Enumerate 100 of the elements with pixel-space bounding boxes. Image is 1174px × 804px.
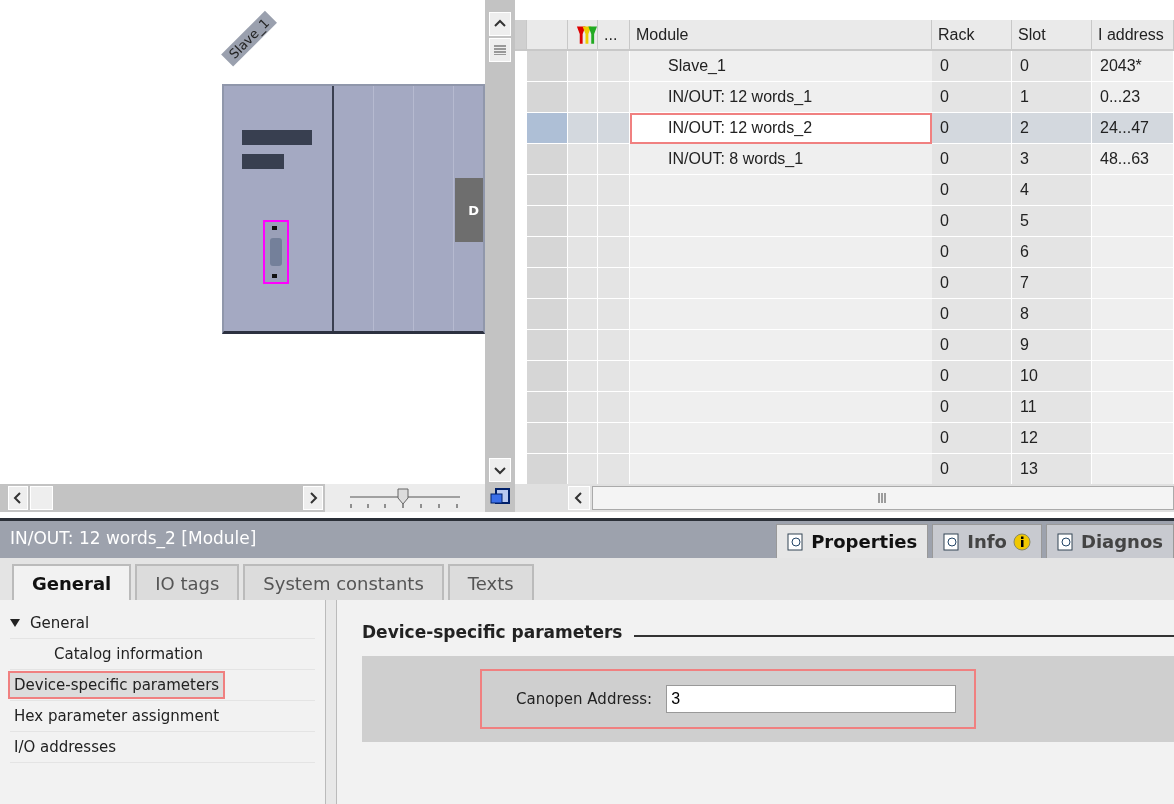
scroll-right-button[interactable] (303, 486, 323, 510)
row-handle[interactable] (527, 299, 568, 330)
table-cell[interactable] (630, 361, 932, 392)
table-cell (598, 237, 630, 268)
table-cell (568, 423, 598, 454)
column-header[interactable]: Module (630, 20, 932, 51)
tab[interactable]: Texts (447, 564, 534, 600)
chevron-left-icon (573, 492, 585, 504)
row-handle[interactable] (527, 423, 568, 454)
row-handle[interactable] (527, 330, 568, 361)
module-block[interactable]: D (455, 178, 483, 242)
table-cell[interactable] (630, 237, 932, 268)
table-cell (568, 113, 598, 144)
connector-port-icon[interactable] (263, 220, 289, 284)
column-header[interactable]: I address (1092, 20, 1174, 51)
table-cell: 0 (932, 361, 1012, 392)
table-cell (568, 237, 598, 268)
table-cell: 0 (932, 144, 1012, 175)
row-handle[interactable] (527, 82, 568, 113)
tab[interactable]: General (12, 564, 132, 600)
table-cell: 0 (932, 268, 1012, 299)
table-cell[interactable]: IN/OUT: 12 words_1 (630, 82, 932, 113)
table-cell: 4 (1012, 175, 1092, 206)
chevron-down-icon (494, 464, 506, 476)
table-cell: 5 (1012, 206, 1092, 237)
table-cell: 8 (1012, 299, 1092, 330)
nav-item[interactable]: Catalog information (50, 642, 207, 666)
nav-item[interactable]: Hex parameter assignment (10, 704, 224, 728)
column-header[interactable]: ... (598, 20, 630, 51)
table-cell: 9 (1012, 330, 1092, 361)
table-cell[interactable]: IN/OUT: 8 words_1 (630, 144, 932, 175)
scroll-down-button[interactable] (489, 458, 511, 482)
table-cell (598, 144, 630, 175)
expand-triangle-icon[interactable] (10, 619, 20, 627)
table-cell (568, 82, 598, 113)
table-cell[interactable] (630, 299, 932, 330)
row-handle[interactable] (527, 237, 568, 268)
table-cell (568, 361, 598, 392)
table-cell[interactable] (630, 330, 932, 361)
table-cell: 0 (932, 392, 1012, 423)
row-handle[interactable] (527, 206, 568, 237)
section-title: Device-specific parameters (362, 622, 623, 642)
column-header[interactable]: Slot (1012, 20, 1092, 51)
row-handle[interactable] (527, 268, 568, 299)
table-cell: 0 (932, 206, 1012, 237)
table-cell (598, 51, 630, 82)
table-cell[interactable] (630, 206, 932, 237)
table-cell (568, 206, 598, 237)
table-cell (598, 175, 630, 206)
table-cell[interactable] (630, 175, 932, 206)
scroll-up-button[interactable] (489, 12, 511, 36)
device-rack-drawing[interactable]: D (222, 84, 485, 334)
table-cell: 0 (932, 423, 1012, 454)
table-cell[interactable] (630, 268, 932, 299)
table-cell: 2 (1012, 113, 1092, 144)
view-tab[interactable]: Diagnos (1045, 524, 1174, 558)
row-handle[interactable] (527, 144, 568, 175)
tab[interactable]: IO tags (135, 564, 240, 600)
row-handle[interactable] (527, 454, 568, 484)
table-cell (568, 299, 598, 330)
row-handle[interactable] (527, 175, 568, 206)
table-cell (598, 206, 630, 237)
view-tab[interactable]: Properties (776, 524, 929, 558)
wrench-icon (574, 23, 597, 46)
table-cell: 0 (932, 237, 1012, 268)
indicator-bar (242, 130, 312, 145)
table-cell: 48...63 (1092, 144, 1174, 175)
table-cell (598, 392, 630, 423)
info-badge-icon (1012, 532, 1031, 551)
scroll-left-button[interactable] (8, 486, 28, 510)
table-cell (568, 330, 598, 361)
table-cell: 0 (932, 175, 1012, 206)
view-tab[interactable]: Info (932, 524, 1042, 558)
chevron-left-icon (11, 492, 24, 504)
nav-item[interactable]: Device-specific parameters (10, 673, 224, 697)
table-cell: 0 (1012, 51, 1092, 82)
table-cell[interactable]: Slave_1 (630, 51, 932, 82)
table-cell: 0 (932, 299, 1012, 330)
column-header[interactable]: Rack (932, 20, 1012, 51)
table-cell[interactable] (630, 423, 932, 454)
scroll-left-button[interactable] (568, 486, 590, 510)
table-cell: 0...23 (1092, 82, 1174, 113)
menu-icon (494, 45, 506, 55)
table-cell[interactable] (630, 454, 932, 484)
table-cell[interactable] (630, 392, 932, 423)
scroll-thumb[interactable] (592, 486, 1174, 510)
address-input[interactable]: 3 (666, 685, 957, 713)
zoom-slider[interactable] (349, 487, 460, 509)
nav-item[interactable]: I/O addresses (10, 735, 121, 759)
table-cell: 7 (1012, 268, 1092, 299)
grip-icon (878, 493, 888, 503)
tab[interactable]: System constants (243, 564, 444, 600)
table-cell (515, 454, 527, 484)
splitter-bar[interactable] (325, 600, 337, 804)
row-handle[interactable] (527, 113, 568, 144)
row-handle[interactable] (527, 392, 568, 423)
row-handle[interactable] (527, 361, 568, 392)
row-handle[interactable] (527, 51, 568, 82)
nav-item[interactable]: General (26, 611, 94, 635)
table-cell[interactable]: IN/OUT: 12 words_2 (630, 113, 932, 144)
